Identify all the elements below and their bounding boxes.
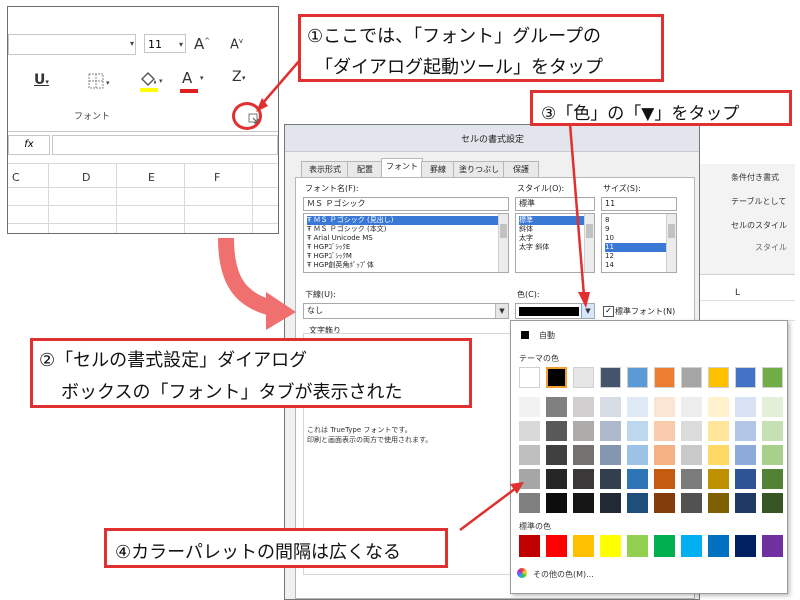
callout-step-3: ③「色」の「▼」をタップ — [530, 90, 792, 126]
arrow-to-launcher — [261, 59, 301, 105]
salmon-curve-arrow — [218, 237, 275, 316]
callout-2-line-2: ボックスの「フォント」タブが表示された — [61, 382, 403, 403]
callout-step-2: ②「セルの書式設定」ダイアログ ボックスの「フォント」タブが表示された — [30, 338, 472, 408]
callout-3-text: ③「色」の「▼」をタップ — [541, 104, 740, 124]
callout-step-1: ①ここでは、「フォント」グループの 「ダイアログ起動ツール」をタップ — [298, 14, 664, 82]
salmon-arrow-head — [266, 292, 296, 330]
callout-1-line-1: ①ここでは、「フォント」グループの — [307, 26, 602, 47]
arrow-to-color-dropdown — [568, 123, 586, 297]
arrow-head — [578, 292, 590, 308]
callout-step-4: ④カラーパレットの間隔は広くなる — [104, 528, 448, 568]
callout-2-line-1: ②「セルの書式設定」ダイアログ — [39, 350, 308, 371]
arrow-to-palette — [459, 487, 517, 531]
callout-4-text: ④カラーパレットの間隔は広くなる — [115, 542, 401, 563]
callout-1-line-2: 「ダイアログ起動ツール」をタップ — [315, 57, 603, 78]
